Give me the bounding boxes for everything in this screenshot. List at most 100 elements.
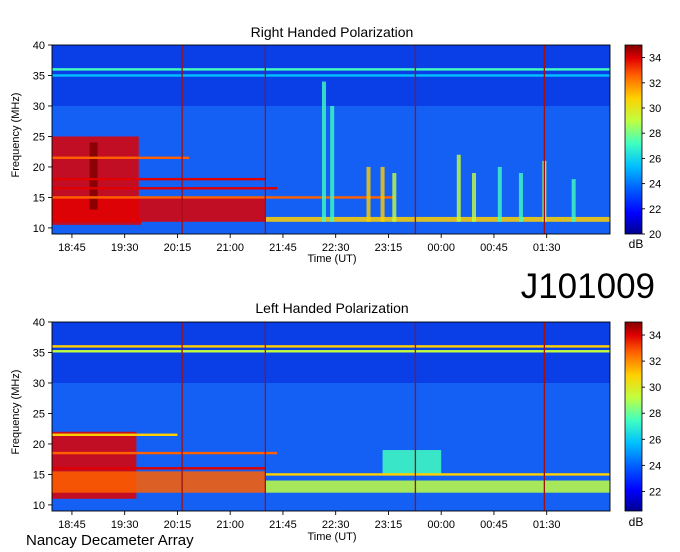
- colorbar-tick-label: 32: [649, 356, 661, 368]
- emission-line: [52, 350, 610, 353]
- emission-line: [52, 177, 266, 181]
- x-tick-label: 23:15: [375, 519, 403, 531]
- y-axis-ticks: 10 15 20 25 30 35 40: [33, 317, 52, 512]
- emission-line: [52, 74, 610, 77]
- y-tick-label: 20: [33, 439, 45, 451]
- y-tick-label: 10: [33, 223, 45, 235]
- y-tick-label: 35: [33, 347, 45, 359]
- spectrogram-figure: Right Handed Polarization Frequency (MHz…: [10, 24, 661, 549]
- emission-line: [52, 156, 190, 159]
- emission-band: [52, 471, 266, 493]
- emission-line: [52, 187, 278, 190]
- y-axis-label: Frequency (MHz): [10, 370, 22, 455]
- emission-line: [52, 345, 610, 348]
- x-tick-label: 18:45: [58, 519, 86, 531]
- colorbar-label: dB: [629, 515, 644, 529]
- left-polarization-panel: Left Handed Polarization Frequency (MHz)…: [10, 300, 661, 543]
- colorbar-tick-label: 22: [649, 486, 661, 498]
- colorbar-tick-label: 30: [649, 382, 661, 394]
- x-tick-label: 20:15: [164, 519, 192, 531]
- x-tick-label: 19:30: [111, 519, 139, 531]
- colorbar-tick-label: 28: [649, 128, 661, 140]
- emission-line: [52, 68, 610, 71]
- emission-burst: [497, 166, 502, 222]
- x-axis-label: Time (UT): [307, 531, 356, 543]
- emission-line: [52, 196, 395, 199]
- colorbar-tick-label: 26: [649, 153, 661, 165]
- emission-band: [265, 216, 610, 222]
- x-tick-label: 23:15: [375, 242, 403, 254]
- emission-burst: [392, 173, 397, 222]
- y-tick-label: 10: [33, 500, 45, 512]
- spectrogram-plot: [51, 321, 611, 512]
- colorbar-tick-label: 20: [649, 229, 661, 241]
- colorbar-ticks: 22 24 26 28 30 32 34: [642, 330, 661, 498]
- x-tick-label: 18:45: [58, 242, 86, 254]
- x-tick-label: 21:00: [216, 242, 244, 254]
- emission-band: [52, 197, 266, 222]
- colorbar-label: dB: [629, 237, 644, 251]
- colorbar-gradient: [624, 321, 643, 512]
- x-tick-label: 22:30: [322, 242, 350, 254]
- colorbar: 20 22 24 26 28 30 32 34 dB: [624, 44, 661, 251]
- emission-burst: [456, 154, 461, 222]
- x-tick-label: 19:30: [111, 242, 139, 254]
- y-tick-label: 40: [33, 40, 45, 52]
- emission-burst: [330, 105, 335, 222]
- plot-title: Right Handed Polarization: [251, 24, 414, 40]
- emission-burst: [366, 166, 371, 222]
- x-tick-label: 00:00: [427, 242, 455, 254]
- colorbar-tick-label: 22: [649, 204, 661, 216]
- emission-band: [265, 480, 610, 493]
- x-tick-label: 00:45: [480, 519, 508, 531]
- y-tick-label: 25: [33, 408, 45, 420]
- emission-band: [52, 218, 142, 225]
- emission-burst: [571, 179, 576, 222]
- right-polarization-panel: Right Handed Polarization Frequency (MHz…: [10, 24, 661, 265]
- emission-burst: [321, 81, 326, 222]
- y-tick-label: 25: [33, 131, 45, 143]
- x-tick-label: 00:45: [480, 242, 508, 254]
- colorbar-tick-label: 28: [649, 408, 661, 420]
- colorbar-gradient: [624, 44, 643, 235]
- y-axis-ticks: 10 15 20 25 30 35 40: [33, 40, 52, 235]
- emission-band: [382, 450, 442, 475]
- y-tick-label: 35: [33, 70, 45, 82]
- instrument-label: Nancay Decameter Array: [26, 532, 194, 549]
- colorbar-tick-label: 34: [649, 330, 661, 342]
- emission-burst: [380, 166, 385, 222]
- spectrogram-plot: [51, 44, 611, 235]
- y-tick-label: 15: [33, 469, 45, 481]
- x-axis-ticks: 18:45 19:30 20:15 21:00 21:45 22:30 23:15 00:00…: [58, 511, 560, 531]
- x-tick-label: 22:30: [322, 519, 350, 531]
- y-tick-label: 20: [33, 162, 45, 174]
- emission-line: [265, 473, 610, 476]
- colorbar-tick-label: 30: [649, 103, 661, 115]
- x-tick-label: 21:00: [216, 519, 244, 531]
- emission-line: [52, 467, 266, 470]
- colorbar-tick-label: 26: [649, 434, 661, 446]
- colorbar-tick-label: 24: [649, 179, 661, 191]
- x-axis-label: Time (UT): [307, 253, 356, 265]
- y-axis-label: Frequency (MHz): [10, 93, 22, 178]
- x-tick-label: 00:00: [427, 519, 455, 531]
- x-tick-label: 01:30: [533, 519, 561, 531]
- colorbar-tick-label: 24: [649, 460, 661, 472]
- y-tick-label: 15: [33, 192, 45, 204]
- x-axis-ticks: 18:45 19:30 20:15 21:00 21:45 22:30 23:15 00:00…: [58, 234, 560, 254]
- x-tick-label: 21:45: [269, 242, 297, 254]
- y-tick-label: 40: [33, 317, 45, 329]
- x-tick-label: 01:30: [533, 242, 561, 254]
- emission-burst: [518, 173, 523, 222]
- colorbar-tick-label: 32: [649, 78, 661, 90]
- emission-line: [52, 451, 278, 455]
- x-tick-label: 21:45: [269, 519, 297, 531]
- y-tick-label: 30: [33, 378, 45, 390]
- plot-title: Left Handed Polarization: [255, 300, 408, 316]
- emission-line: [52, 433, 178, 436]
- emission-band: [89, 142, 98, 210]
- colorbar-ticks: 20 22 24 26 28 30 32 34: [642, 53, 661, 241]
- colorbar: 22 24 26 28 30 32 34 dB: [624, 321, 661, 529]
- emission-burst: [472, 173, 477, 222]
- colorbar-tick-label: 34: [649, 53, 661, 65]
